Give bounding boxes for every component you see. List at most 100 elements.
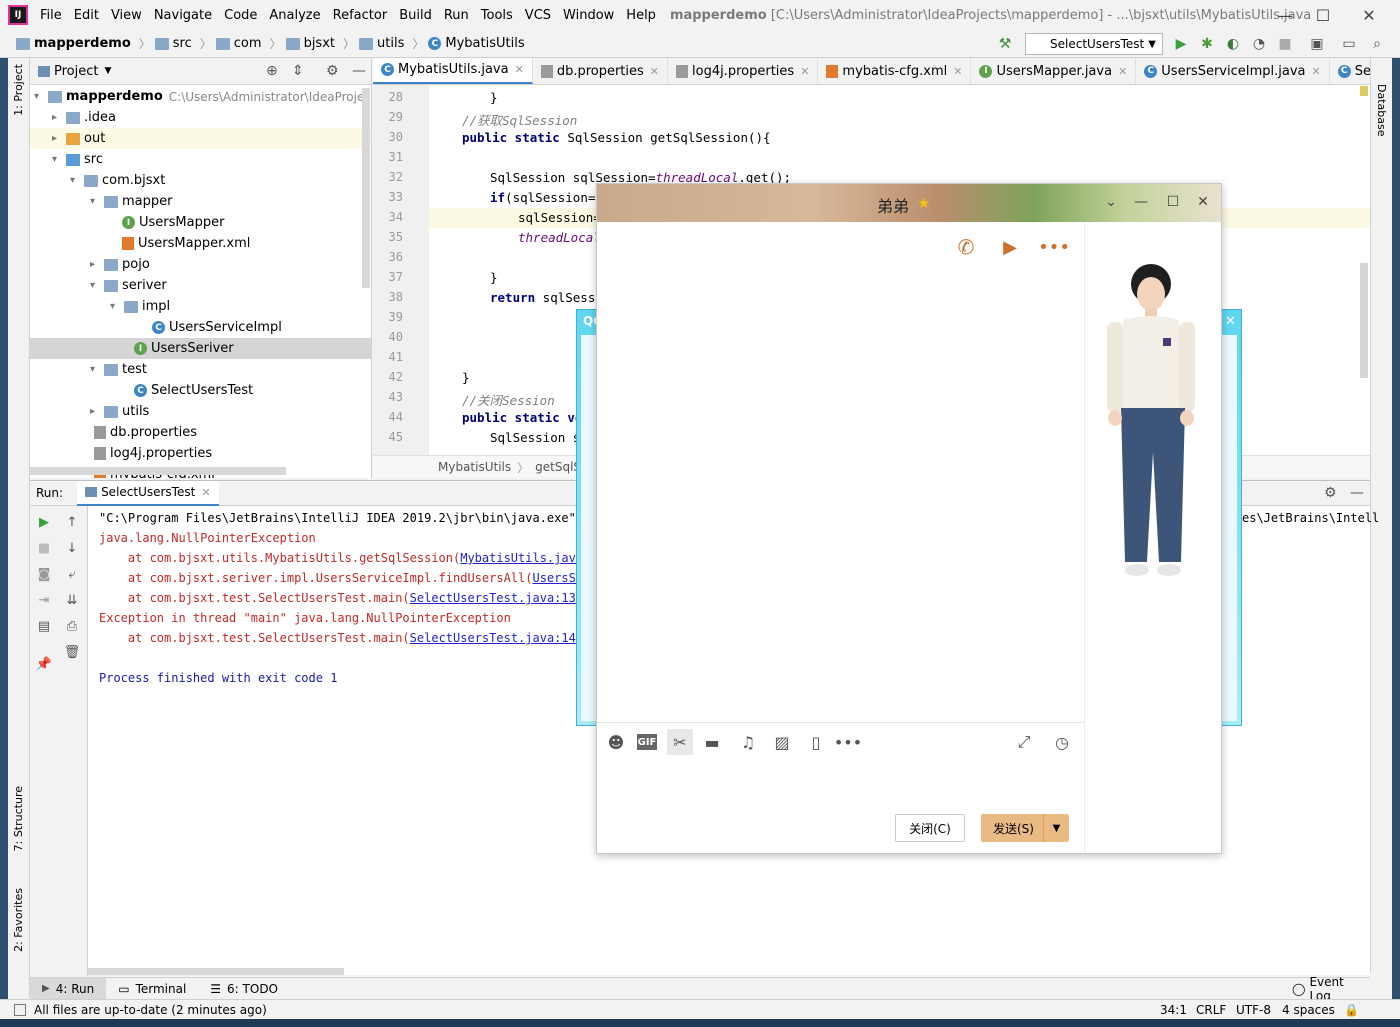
menu-edit[interactable]: Edit [68, 8, 105, 23]
menu-run[interactable]: Run [438, 8, 475, 23]
tab-usersserviceimpl-java[interactable]: C UsersServiceImpl.java ✕ [1136, 58, 1330, 84]
search-icon[interactable]: ⌕ [1368, 35, 1386, 53]
minimize-button[interactable]: — [1131, 192, 1151, 212]
tree-item-test[interactable]: ▾ test [90, 359, 147, 380]
shake-icon[interactable]: ▯ [805, 731, 827, 753]
image-icon[interactable]: ▨ [771, 731, 793, 753]
profile-icon[interactable]: ◔ [1250, 35, 1268, 53]
scroll-to-end-icon[interactable]: ⇊ [64, 592, 80, 608]
message-input-area[interactable]: ☻ GIF ✂ ▬ ♫ ▨ ▯ ••• ⤢ ◷ 关闭(C) 发送(S) ▼ [597, 722, 1084, 853]
code-line-29[interactable]: //获取SqlSession [462, 110, 577, 129]
debug-icon[interactable]: ✱ [1198, 35, 1216, 53]
hide-panel-icon[interactable]: — [1350, 485, 1364, 501]
toggle-tool-windows-icon[interactable] [14, 1003, 26, 1016]
tab-selectu[interactable]: CSelectU [1330, 58, 1370, 84]
screenshot-scissors-icon[interactable]: ✂ [667, 729, 693, 755]
gear-icon[interactable]: ⚙ [326, 63, 339, 79]
trash-icon[interactable]: 🗑 [64, 644, 81, 660]
run-configuration-select[interactable]: SelectUsersTest ▼ [1025, 33, 1163, 55]
more-icon[interactable]: ••• [834, 731, 862, 753]
tree-item-log4j-properties[interactable]: log4j.properties [94, 443, 212, 464]
expand-icon[interactable]: ⤢ [1013, 731, 1035, 753]
code-line-34[interactable]: sqlSession= [518, 210, 601, 225]
menu-build[interactable]: Build [393, 8, 438, 23]
breadcrumb-utils[interactable]: utils [359, 36, 404, 51]
pin-icon[interactable]: 📌 [36, 656, 52, 672]
coverage-icon[interactable]: ◐ [1224, 35, 1242, 53]
up-arrow-icon[interactable]: ↑ [64, 514, 80, 530]
code-line-42[interactable]: } [462, 370, 470, 385]
tree-item-usersmapper[interactable]: I UsersMapper [122, 212, 224, 233]
tree-item-src[interactable]: ▾ src [52, 149, 103, 170]
tree-item-com-bjsxt[interactable]: ▾ com.bjsxt [70, 170, 165, 191]
tab-structure-tool[interactable]: 7: Structure [12, 786, 25, 851]
layout-icon[interactable]: ▤ [36, 618, 52, 634]
gear-icon[interactable]: ⚙ [1324, 485, 1337, 501]
terminal-window-icon[interactable]: ▭ [1340, 35, 1358, 53]
tree-item-db-properties[interactable]: db.properties [94, 422, 197, 443]
menu-analyze[interactable]: Analyze [263, 8, 326, 23]
chevron-down-icon[interactable]: ▼ [1043, 814, 1069, 842]
code-line-33[interactable]: if(sqlSession== [490, 190, 603, 205]
print-icon[interactable]: ⎙ [64, 618, 80, 634]
tree-item-selectuserstest[interactable]: C SelectUsersTest [134, 380, 253, 401]
maximize-button[interactable]: ☐ [1163, 192, 1183, 212]
indent-setting[interactable]: 4 spaces [1282, 1003, 1335, 1017]
tree-item-usersseriver[interactable]: I UsersSeriver [30, 338, 371, 359]
stop-icon[interactable]: ■ [36, 540, 52, 556]
menu-help[interactable]: Help [620, 8, 662, 23]
code-line-44[interactable]: public static voi [462, 410, 590, 425]
folder-icon[interactable]: ▬ [701, 731, 723, 753]
breadcrumb-src[interactable]: src [154, 36, 192, 51]
close-icon[interactable]: ✕ [650, 65, 659, 78]
file-encoding[interactable]: UTF-8 [1236, 1003, 1271, 1017]
history-clock-icon[interactable]: ◷ [1051, 731, 1073, 753]
stacktrace-link[interactable]: MybatisUtils.java: [460, 551, 590, 565]
code-line-28[interactable]: } [490, 90, 498, 105]
line-separator[interactable]: CRLF [1196, 1003, 1226, 1017]
maximize-button[interactable]: ☐ [1300, 0, 1346, 30]
tab-log4j-properties[interactable]: log4j.properties ✕ [668, 58, 819, 84]
hide-panel-icon[interactable]: — [352, 63, 366, 79]
tab-project-tool[interactable]: 1: Project [12, 64, 25, 116]
chevron-down-icon[interactable]: ▼ [104, 66, 111, 76]
locate-target-icon[interactable]: ⊕ [266, 63, 278, 79]
stop-icon[interactable]: ■ [1276, 35, 1294, 53]
tab-event-log[interactable]: ◯ Event Log [1280, 975, 1370, 1003]
menu-file[interactable]: File [34, 8, 68, 23]
breadcrumb-mybatisutils[interactable]: C MybatisUtils [428, 36, 525, 51]
menu-code[interactable]: Code [218, 8, 263, 23]
camera-icon[interactable]: ◙ [36, 566, 52, 582]
soft-wrap-icon[interactable]: ⤶ [64, 566, 80, 582]
tree-item-pojo[interactable]: ▸ pojo [90, 254, 150, 275]
console-horizontal-scrollbar[interactable] [88, 968, 344, 975]
menu-view[interactable]: View [105, 8, 148, 23]
down-arrow-icon[interactable]: ↓ [64, 540, 80, 556]
breadcrumb-com[interactable]: com [215, 36, 262, 51]
tab-mybatisutils[interactable]: C MybatisUtils.java ✕ [373, 58, 533, 84]
project-panel-title[interactable]: Project [54, 64, 98, 79]
stacktrace-link[interactable]: SelectUsersTest.java:14 [410, 631, 576, 645]
music-icon[interactable]: ♫ [737, 731, 759, 753]
restore-layout-icon[interactable]: ⇥ [36, 592, 52, 608]
caret-position[interactable]: 34:1 [1160, 1003, 1187, 1017]
close-window-button[interactable]: ✕ [1346, 0, 1392, 30]
code-line-43[interactable]: //关闭Session [462, 390, 555, 409]
breadcrumb-project[interactable]: mapperdemo [16, 36, 131, 51]
menu-tools[interactable]: Tools [475, 8, 519, 23]
rerun-icon[interactable]: ▶ [36, 514, 52, 530]
send-button[interactable]: 发送(S) ▼ [981, 814, 1069, 842]
close-chat-button[interactable]: 关闭(C) [895, 814, 965, 842]
build-hammer-icon[interactable]: ⚒ [996, 35, 1014, 53]
collapse-all-icon[interactable]: ⇕ [292, 63, 304, 79]
tree-item-seriver[interactable]: ▾ seriver [90, 275, 167, 296]
lock-icon[interactable]: 🔒 [1344, 1003, 1359, 1017]
message-area[interactable] [597, 222, 1084, 722]
close-window-button[interactable]: ✕ [1193, 192, 1213, 212]
tree-item-root[interactable]: ▾ mapperdemo C:\Users\Administrator\IdeaPr… [34, 86, 371, 107]
run-tab-selectuserstest[interactable]: SelectUsersTest ✕ [77, 480, 219, 506]
tab-todo-tool[interactable]: ☰ 6: TODO [198, 978, 290, 1000]
tree-item-utils[interactable]: ▸ utils [90, 401, 149, 422]
menu-navigate[interactable]: Navigate [148, 8, 218, 23]
menu-refactor[interactable]: Refactor [327, 8, 394, 23]
